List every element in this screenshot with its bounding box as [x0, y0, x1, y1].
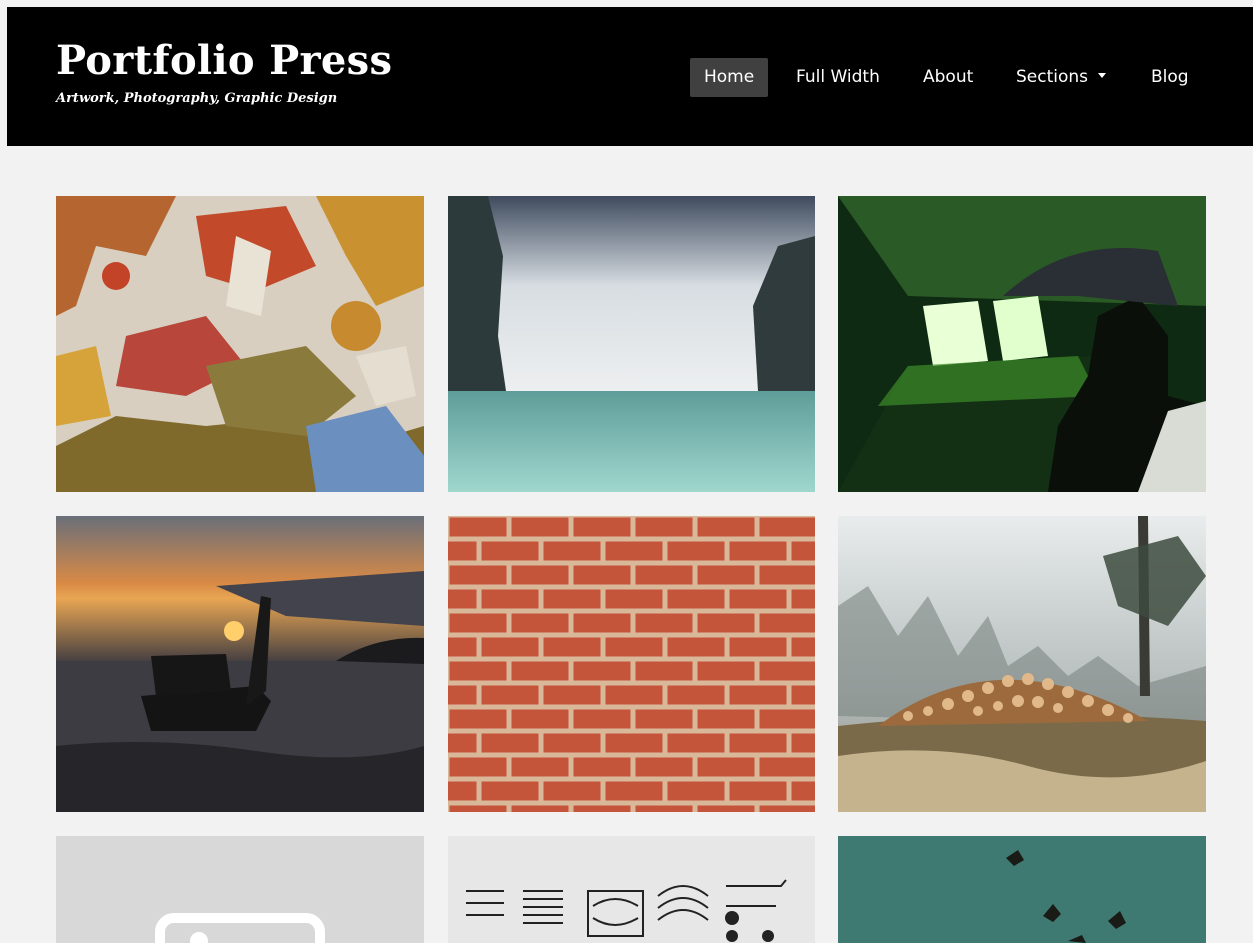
site-header: Portfolio Press Artwork, Photography, Gr… — [7, 7, 1253, 146]
boat-sunset-image — [56, 516, 424, 812]
placeholder-image — [56, 836, 424, 943]
portfolio-tile-peeling-paint[interactable] — [56, 196, 424, 492]
birds-image — [838, 836, 1206, 943]
green-room-image — [838, 196, 1206, 492]
ornament-sheet-image — [448, 836, 815, 943]
sea-cliffs-image — [448, 196, 815, 492]
nav-item-label: Blog — [1151, 67, 1189, 87]
portfolio-tile-ornaments[interactable] — [448, 836, 815, 943]
portfolio-tile-sea-cliffs[interactable] — [448, 196, 815, 492]
page: Portfolio Press Artwork, Photography, Gr… — [7, 7, 1253, 943]
nav-item-sections[interactable]: Sections — [1002, 58, 1120, 97]
portfolio-tile-log-pile[interactable] — [838, 516, 1206, 812]
nav-item-label: Home — [704, 67, 755, 87]
nav-item-label: About — [923, 67, 974, 87]
portfolio-tile-birds[interactable] — [838, 836, 1206, 943]
log-pile-image — [838, 516, 1206, 812]
nav-item-label: Full Width — [796, 67, 880, 87]
nav-item-blog[interactable]: Blog — [1137, 58, 1203, 97]
chevron-down-icon — [1098, 72, 1107, 78]
portfolio-tile-brick-wall[interactable] — [448, 516, 815, 812]
brick-wall-image — [448, 516, 815, 812]
nav-item-home[interactable]: Home — [690, 58, 769, 97]
nav-item-label: Sections — [1016, 67, 1089, 87]
portfolio-tile-green-room[interactable] — [838, 196, 1206, 492]
site-title[interactable]: Portfolio Press — [56, 39, 392, 83]
portfolio-tile-boat-sunset[interactable] — [56, 516, 424, 812]
nav-item-full-width[interactable]: Full Width — [782, 58, 894, 97]
site-tagline: Artwork, Photography, Graphic Design — [56, 91, 338, 106]
portfolio-tile-placeholder[interactable] — [56, 836, 424, 943]
nav-item-about[interactable]: About — [909, 58, 987, 97]
peeling-paint-image — [56, 196, 424, 492]
